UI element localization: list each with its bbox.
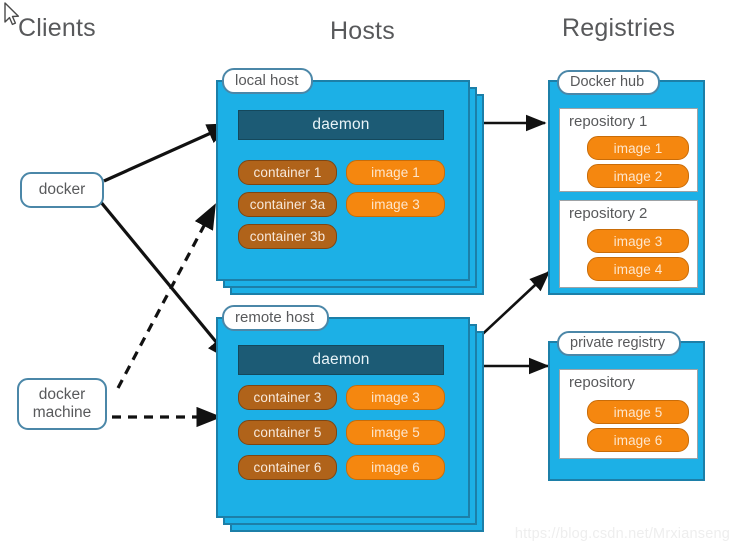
host-local-host[interactable]: local host daemon container 1 container … (216, 68, 484, 295)
image-label: image 1 (613, 140, 663, 156)
container-pill[interactable]: container 3a (238, 192, 337, 217)
repository-title: repository 1 (569, 113, 648, 130)
repository-box[interactable]: repository 2 image 3 image 4 (559, 200, 698, 288)
container-label: container 3b (249, 229, 326, 244)
container-label: container 6 (253, 460, 322, 475)
daemon-label: daemon (312, 351, 370, 368)
client-docker-machine-label-line2: machine (32, 404, 92, 421)
diagram-canvas: Clients Hosts Registries docker docker m… (0, 0, 738, 549)
registry-docker-hub-label: Docker hub (557, 70, 661, 95)
image-pill[interactable]: image 3 (346, 192, 445, 217)
image-pill[interactable]: image 3 (346, 385, 445, 410)
repository-box[interactable]: repository image 5 image 6 (559, 369, 698, 459)
container-label: container 5 (253, 425, 322, 440)
host-remote-host[interactable]: remote host daemon container 3 container… (216, 305, 484, 532)
client-docker-machine[interactable]: docker machine (17, 378, 107, 430)
image-pill[interactable]: image 2 (587, 164, 689, 188)
host-local-host-daemon[interactable]: daemon (238, 110, 444, 140)
heading-hosts: Hosts (330, 17, 395, 45)
client-docker-machine-label-line1: docker (38, 386, 86, 404)
image-label: image 3 (371, 197, 420, 212)
client-docker[interactable]: docker (20, 172, 104, 208)
mouse-cursor-icon (4, 2, 20, 26)
container-pill[interactable]: container 6 (238, 455, 337, 480)
wire-docker-to-remote-daemon (98, 199, 233, 362)
container-label: container 3 (253, 390, 322, 405)
image-pill[interactable]: image 6 (346, 455, 445, 480)
container-pill[interactable]: container 5 (238, 420, 337, 445)
registry-private-registry[interactable]: private registry repository image 5 imag… (548, 331, 705, 481)
image-pill[interactable]: image 4 (587, 257, 689, 281)
host-local-host-body: local host daemon container 1 container … (216, 68, 470, 281)
container-pill[interactable]: container 3 (238, 385, 337, 410)
host-remote-host-body: remote host daemon container 3 container… (216, 305, 470, 518)
repository-title: repository 2 (569, 205, 648, 222)
daemon-label: daemon (312, 116, 370, 133)
image-pill[interactable]: image 5 (346, 420, 445, 445)
heading-registries: Registries (562, 14, 676, 42)
image-label: image 6 (371, 460, 420, 475)
image-pill[interactable]: image 1 (346, 160, 445, 185)
repository-box[interactable]: repository 1 image 1 image 2 (559, 108, 698, 192)
image-label: image 2 (613, 168, 663, 184)
container-label: container 1 (253, 165, 322, 180)
watermark: https://blog.csdn.net/Mrxianseng (514, 526, 730, 542)
container-pill[interactable]: container 1 (238, 160, 337, 185)
image-label: image 3 (613, 233, 663, 249)
image-label: image 1 (371, 165, 420, 180)
container-pill[interactable]: container 3b (238, 224, 337, 249)
host-local-host-label: local host (222, 68, 314, 95)
registry-private-registry-label: private registry (557, 331, 682, 356)
image-pill[interactable]: image 1 (587, 136, 689, 160)
image-label: image 5 (371, 425, 420, 440)
host-remote-host-daemon[interactable]: daemon (238, 345, 444, 375)
repository-title: repository (569, 374, 635, 391)
container-label: container 3a (249, 197, 326, 212)
client-docker-label: docker (38, 181, 86, 199)
image-label: image 5 (613, 404, 663, 420)
wire-dockermachine-to-local-host (116, 203, 217, 389)
registry-docker-hub[interactable]: Docker hub repository 1 image 1 image 2 … (548, 70, 705, 295)
image-label: image 6 (613, 432, 663, 448)
host-remote-host-label: remote host (222, 305, 330, 332)
image-pill[interactable]: image 3 (587, 229, 689, 253)
wire-docker-to-local-daemon (103, 122, 233, 183)
image-label: image 4 (613, 261, 663, 277)
image-pill[interactable]: image 5 (587, 400, 689, 424)
image-label: image 3 (371, 390, 420, 405)
image-pill[interactable]: image 6 (587, 428, 689, 452)
heading-clients: Clients (18, 14, 96, 42)
